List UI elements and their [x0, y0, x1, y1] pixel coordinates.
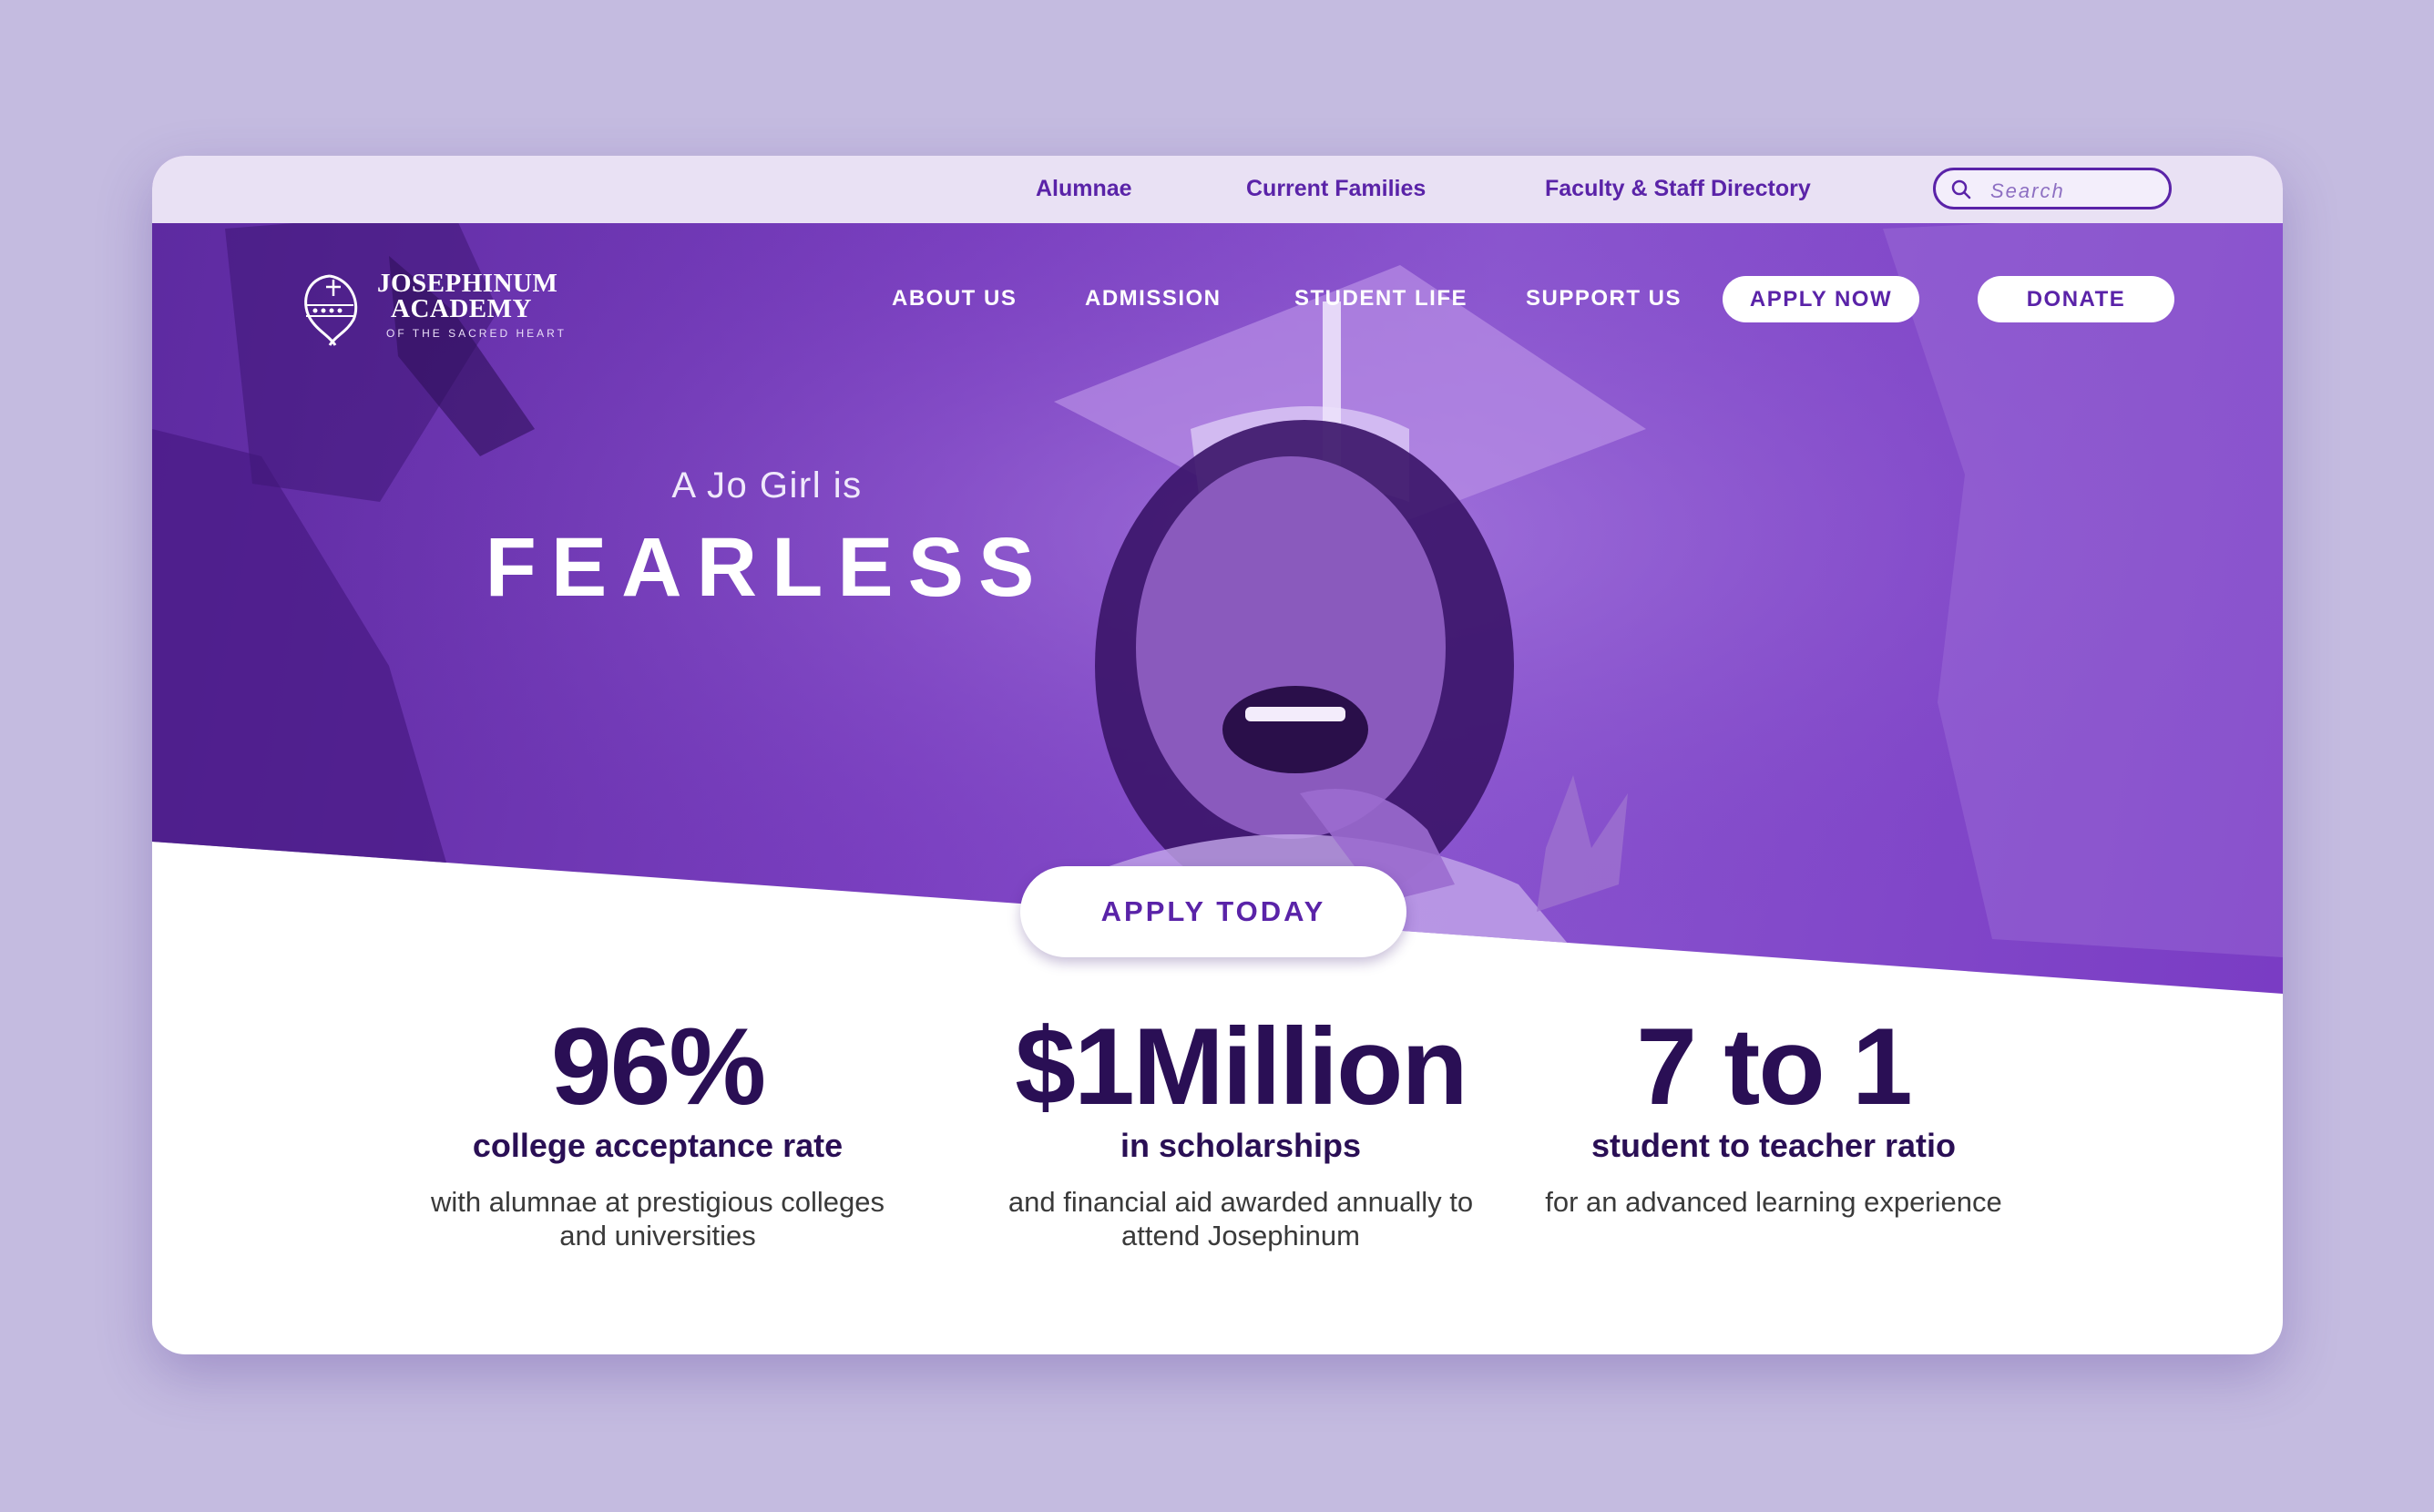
logo-emblem-icon: [304, 274, 358, 346]
stat-description: and financial aid awarded annually to at…: [1007, 1186, 1474, 1252]
nav-student-life[interactable]: STUDENT LIFE: [1294, 286, 1468, 312]
nav-admission[interactable]: ADMISSION: [1085, 286, 1222, 312]
apply-today-button[interactable]: APPLY TODAY: [1020, 866, 1406, 957]
stat-scholarships: $1Million in scholarships and financial …: [977, 1012, 1505, 1252]
stat-label: college acceptance rate: [472, 1127, 844, 1164]
hero-subtitle: A Jo Girl is: [671, 465, 863, 506]
stat-value: 96%: [550, 1006, 766, 1128]
faculty-staff-directory-link[interactable]: Faculty & Staff Directory: [1545, 176, 1811, 202]
nav-about-us[interactable]: ABOUT US: [892, 286, 1017, 312]
search-icon[interactable]: [1950, 179, 1972, 200]
logo-text-sacred-heart: OF THE SACRED HEART: [386, 327, 567, 340]
alumnae-link[interactable]: Alumnae: [1036, 176, 1132, 202]
stat-description: with alumnae at prestigious colleges and…: [431, 1186, 885, 1252]
stat-value: $1Million: [1015, 1006, 1468, 1128]
search-input[interactable]: [1989, 178, 2161, 205]
stat-value: 7 to 1: [1636, 1006, 1912, 1128]
utility-bar: Alumnae Current Families Faculty & Staff…: [152, 156, 2283, 223]
stat-label: in scholarships: [1120, 1127, 1362, 1164]
donate-button[interactable]: DONATE: [1978, 276, 2174, 322]
stat-description: for an advanced learning experience: [1545, 1186, 2002, 1218]
stat-ratio: 7 to 1 student to teacher ratio for an a…: [1519, 1012, 2029, 1219]
hero-title: FEARLESS: [485, 521, 1049, 614]
stat-label: student to teacher ratio: [1590, 1127, 1957, 1164]
website-card: Alumnae Current Families Faculty & Staff…: [152, 156, 2283, 1354]
current-families-link[interactable]: Current Families: [1246, 176, 1426, 202]
apply-now-button[interactable]: APPLY NOW: [1723, 276, 1919, 322]
school-logo[interactable]: JOSEPHINUM ACADEMY OF THE SACRED HEART: [293, 258, 567, 349]
stat-acceptance: 96% college acceptance rate with alumnae…: [407, 1012, 908, 1252]
search-box[interactable]: [1933, 168, 2172, 209]
logo-text-academy: ACADEMY: [391, 294, 532, 323]
nav-support-us[interactable]: SUPPORT US: [1526, 286, 1682, 312]
